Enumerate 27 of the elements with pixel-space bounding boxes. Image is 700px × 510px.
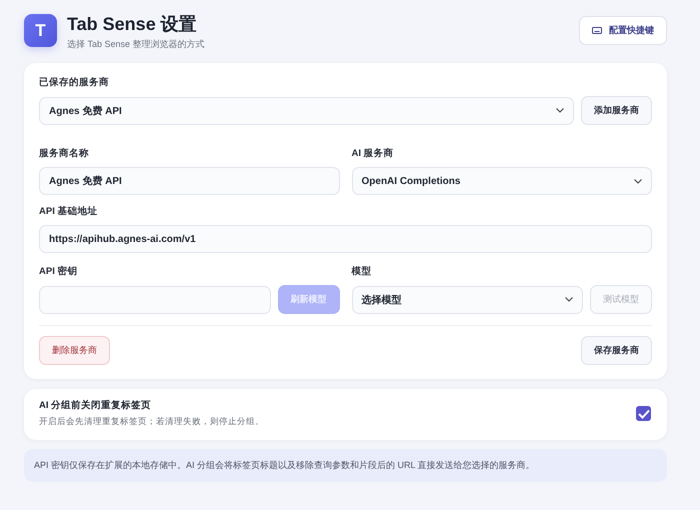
field-label: API 密钥 (39, 265, 78, 278)
app-logo: T (24, 14, 57, 47)
delete-provider-button[interactable]: 删除服务商 (39, 336, 110, 365)
model-select[interactable]: 选择模型 (352, 286, 583, 314)
ai-provider-select[interactable]: OpenAI Completions (352, 167, 652, 195)
checkbox[interactable] (636, 406, 651, 421)
provider-select[interactable]: Agnes 免费 API (39, 96, 574, 124)
page-title: Tab Sense 设置 (67, 13, 198, 35)
chevron-icon (556, 108, 564, 113)
shortcut-button[interactable]: 配置快捷键 (579, 16, 667, 45)
api-key-field[interactable] (39, 286, 270, 314)
option-title: AI 分组前关闭重复标签页 (39, 399, 152, 412)
field-label: 服务商名称 (39, 147, 90, 160)
add-provider-button[interactable]: 添加服务商 (581, 96, 652, 125)
page-subtitle: 选择 Tab Sense 整理浏览器的方式 (67, 38, 205, 51)
chevron-icon (634, 178, 642, 184)
keyboard-icon (592, 27, 602, 34)
save-provider-button[interactable]: 保存服务商 (581, 336, 652, 365)
privacy-note: API 密钥仅保存在扩展的本地存储中。AI 分组会将标签页标题以及移除查询参数和片段后的 URL 直接发送给您选择的服务商。 (24, 449, 667, 482)
field-label: API 基础地址 (39, 205, 98, 218)
option-description: 开启后会先清理重复标签页；若清理失败，则停止分组。 (39, 416, 264, 428)
field-label: AI 服务商 (352, 147, 395, 160)
name-field[interactable]: Agnes 免费 API (39, 167, 340, 195)
chevron-icon (565, 297, 573, 302)
field-label: 模型 (352, 265, 372, 278)
url-field[interactable]: https://apihub.agnes-ai.com/v1 (39, 225, 652, 253)
field-label: 已保存的服务商 (39, 76, 110, 89)
